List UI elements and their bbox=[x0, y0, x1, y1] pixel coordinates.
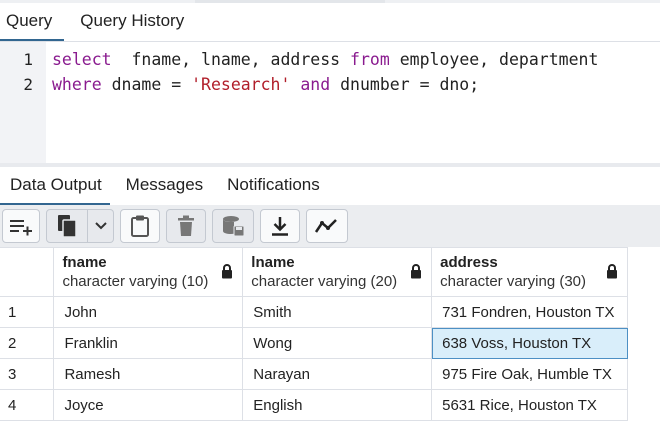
column-header-fname[interactable]: fname character varying (10) bbox=[53, 247, 244, 297]
column-type: character varying (30) bbox=[440, 273, 587, 290]
sql-keyword: where bbox=[52, 75, 102, 94]
cell-lname[interactable]: English bbox=[242, 389, 433, 421]
sql-keyword: and bbox=[300, 75, 331, 94]
copy-button-group bbox=[46, 209, 114, 243]
lock-icon bbox=[410, 264, 422, 283]
cell-fname[interactable]: Franklin bbox=[53, 327, 244, 359]
add-row-icon bbox=[8, 216, 34, 236]
line-number-gutter: 1 2 bbox=[0, 42, 46, 164]
table-row: 1 John Smith 731 Fondren, Houston TX bbox=[0, 296, 628, 328]
grid-header-row: fname character varying (10) lname chara… bbox=[0, 247, 628, 297]
copy-button[interactable] bbox=[46, 209, 88, 243]
sql-editor[interactable]: 1 2 select fname, lname, address from em… bbox=[0, 41, 660, 164]
tab-query[interactable]: Query bbox=[0, 3, 65, 42]
paste-button[interactable] bbox=[120, 209, 160, 243]
code-line[interactable]: where dname = 'Research' and dnumber = d… bbox=[52, 75, 479, 94]
cell-fname[interactable]: John bbox=[53, 296, 244, 328]
result-tabs: Data Output Messages Notifications bbox=[0, 167, 660, 206]
row-number[interactable]: 1 bbox=[0, 296, 55, 328]
query-tabs: Query Query History bbox=[0, 3, 660, 42]
cell-fname[interactable]: Joyce bbox=[53, 389, 244, 421]
download-icon bbox=[270, 215, 290, 237]
data-output-toolbar bbox=[0, 205, 660, 247]
row-number[interactable]: 4 bbox=[0, 389, 55, 421]
copy-options-dropdown[interactable] bbox=[88, 209, 114, 243]
sql-keyword: select bbox=[52, 50, 112, 69]
column-header-lname[interactable]: lname character varying (20) bbox=[242, 247, 433, 297]
add-row-button[interactable] bbox=[2, 209, 40, 243]
sql-text: dname = bbox=[101, 75, 192, 94]
delete-icon bbox=[177, 215, 195, 237]
column-type: character varying (10) bbox=[62, 273, 209, 290]
save-data-button[interactable] bbox=[212, 209, 254, 243]
cell-lname[interactable]: Narayan bbox=[242, 358, 433, 390]
tab-query-history[interactable]: Query History bbox=[74, 3, 192, 41]
cell-address[interactable]: 5631 Rice, Houston TX bbox=[431, 389, 628, 421]
paste-icon bbox=[130, 214, 150, 238]
sql-string: 'Research' bbox=[191, 75, 291, 94]
cell-address-selected[interactable]: 638 Voss, Houston TX bbox=[431, 327, 628, 359]
lock-icon bbox=[606, 264, 618, 283]
result-grid: fname character varying (10) lname chara… bbox=[0, 247, 628, 421]
download-button[interactable] bbox=[260, 209, 300, 243]
cell-lname[interactable]: Wong bbox=[242, 327, 433, 359]
sql-text: fname, lname, address bbox=[111, 50, 351, 69]
code-line[interactable]: select fname, lname, address from employ… bbox=[52, 50, 598, 69]
sql-text: dnumber = dno; bbox=[330, 75, 480, 94]
table-row: 4 Joyce English 5631 Rice, Houston TX bbox=[0, 389, 628, 421]
delete-button[interactable] bbox=[166, 209, 206, 243]
cell-address[interactable]: 975 Fire Oak, Humble TX bbox=[431, 358, 628, 390]
column-name: fname bbox=[62, 254, 107, 271]
tab-messages[interactable]: Messages bbox=[116, 167, 211, 205]
sql-text: employee, department bbox=[389, 50, 599, 69]
line-number: 1 bbox=[23, 50, 33, 69]
sql-keyword: from bbox=[350, 50, 390, 69]
column-type: character varying (20) bbox=[251, 273, 398, 290]
column-header-address[interactable]: address character varying (30) bbox=[431, 247, 628, 297]
save-data-icon bbox=[221, 214, 245, 238]
column-name: address bbox=[440, 254, 498, 271]
row-number[interactable]: 3 bbox=[0, 358, 55, 390]
grid-corner[interactable] bbox=[0, 247, 55, 297]
tab-data-output[interactable]: Data Output bbox=[0, 167, 110, 206]
cell-address[interactable]: 731 Fondren, Houston TX bbox=[431, 296, 628, 328]
cell-lname[interactable]: Smith bbox=[242, 296, 433, 328]
column-name: lname bbox=[251, 254, 295, 271]
cell-fname[interactable]: Ramesh bbox=[53, 358, 244, 390]
lock-icon bbox=[221, 264, 233, 283]
table-row: 3 Ramesh Narayan 975 Fire Oak, Humble TX bbox=[0, 358, 628, 390]
copy-icon bbox=[56, 214, 78, 238]
line-number: 2 bbox=[23, 75, 33, 94]
table-row: 2 Franklin Wong 638 Voss, Houston TX bbox=[0, 327, 628, 359]
row-number[interactable]: 2 bbox=[0, 327, 55, 359]
graph-visualiser-button[interactable] bbox=[306, 209, 348, 243]
graph-icon bbox=[314, 217, 340, 235]
chevron-down-icon bbox=[94, 221, 108, 231]
tab-notifications[interactable]: Notifications bbox=[217, 167, 328, 205]
